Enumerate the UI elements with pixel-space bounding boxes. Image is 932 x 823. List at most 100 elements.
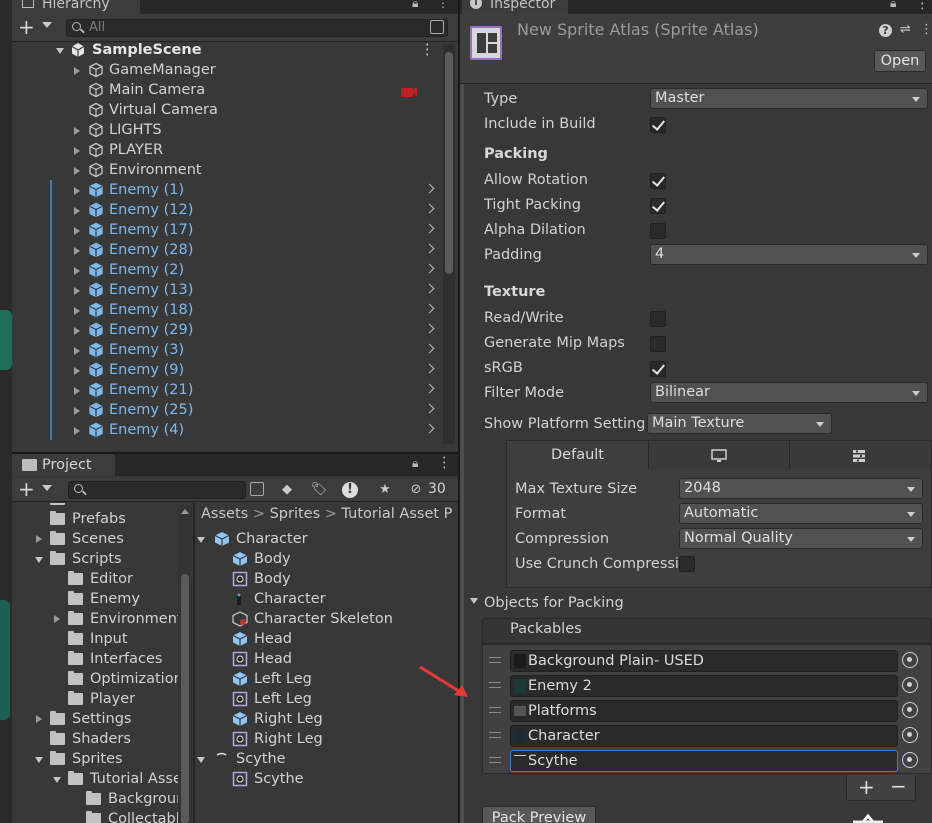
hierarchy-item[interactable]: Enemy (29) — [12, 320, 442, 340]
object-picker-icon[interactable] — [902, 702, 918, 718]
project-search-input[interactable] — [68, 481, 246, 499]
scrollbar-thumb[interactable] — [445, 52, 453, 274]
chevron-right-icon[interactable] — [424, 363, 435, 374]
help-icon[interactable]: ? — [879, 24, 892, 37]
add-button[interactable]: + — [18, 16, 35, 38]
lock-icon[interactable]: 🔒︎ — [412, 456, 418, 471]
presets-icon[interactable]: ⇌ — [900, 22, 911, 37]
drag-handle-icon[interactable] — [489, 682, 501, 688]
packable-item[interactable]: Background Plain- USED — [482, 649, 932, 673]
expand-arrow-icon[interactable] — [74, 147, 80, 155]
packable-object-field[interactable]: Enemy 2 — [510, 675, 898, 697]
packable-item[interactable]: Character — [482, 724, 932, 748]
expand-arrow-icon[interactable] — [74, 207, 80, 215]
hierarchy-scrollbar[interactable] — [443, 44, 455, 444]
hierarchy-item[interactable]: Environment — [12, 160, 442, 180]
platform-setting-dropdown[interactable]: Main Texture — [647, 413, 832, 434]
drag-handle-icon[interactable] — [489, 732, 501, 738]
mip-maps-checkbox[interactable] — [650, 336, 666, 352]
asset-item[interactable]: Character Skeleton — [196, 609, 458, 629]
packable-object-field[interactable]: Background Plain- USED — [510, 650, 898, 672]
hidden-packages-icon[interactable]: ⊘ — [406, 481, 426, 499]
srgb-checkbox[interactable] — [650, 361, 666, 377]
hierarchy-item[interactable]: Enemy (4) — [12, 420, 442, 440]
filter-by-type-icon[interactable]: ◆ — [278, 481, 296, 499]
kebab-menu-icon[interactable]: ⋮ — [437, 0, 449, 10]
chevron-right-icon[interactable] — [424, 303, 435, 314]
expand-arrow-icon[interactable] — [74, 267, 80, 275]
tab-other-platform[interactable] — [790, 441, 931, 469]
kebab-menu-icon[interactable]: ⋮ — [915, 0, 930, 12]
project-tab[interactable]: Project — [12, 454, 115, 476]
compression-dropdown[interactable]: Normal Quality — [679, 528, 923, 549]
expand-arrow-icon[interactable] — [74, 367, 80, 375]
hierarchy-item[interactable]: Enemy (28) — [12, 240, 442, 260]
asset-item[interactable]: Head — [196, 629, 458, 649]
max-texture-size-dropdown[interactable]: 2048 — [679, 478, 923, 499]
tab-default[interactable]: Default — [507, 441, 649, 469]
search-options-icon[interactable] — [250, 482, 264, 496]
expand-arrow-icon[interactable] — [74, 127, 80, 135]
asset-item[interactable]: Right Leg — [196, 709, 458, 729]
collapse-arrow-icon[interactable] — [53, 777, 61, 783]
folder-tree-item[interactable]: Collectables — [12, 809, 192, 823]
expand-arrow-icon[interactable] — [74, 327, 80, 335]
hierarchy-item[interactable]: Virtual Camera — [12, 100, 442, 120]
drag-handle-icon[interactable] — [489, 707, 501, 713]
packable-item[interactable]: Enemy 2 — [482, 674, 932, 698]
asset-item[interactable]: Body — [196, 569, 458, 589]
expand-arrow-icon[interactable] — [74, 227, 80, 235]
expand-arrow-icon[interactable] — [74, 167, 80, 175]
hierarchy-item[interactable]: GameManager — [12, 60, 442, 80]
scrollbar-thumb[interactable] — [181, 574, 189, 823]
folder-tree-item[interactable]: Settings — [12, 709, 192, 729]
filter-by-label-icon[interactable]: 🏷︎ — [310, 481, 328, 499]
chevron-right-icon[interactable] — [424, 403, 435, 414]
search-options-icon[interactable] — [430, 20, 444, 34]
scroll-up-arrow-icon[interactable] — [181, 509, 189, 514]
expand-arrow-icon[interactable] — [74, 387, 80, 395]
breadcrumb-assets[interactable]: Assets — [201, 506, 248, 522]
hierarchy-item[interactable]: Main Camera — [12, 80, 442, 100]
format-dropdown[interactable]: Automatic — [679, 503, 923, 524]
inspector-tab[interactable]: i Inspector — [462, 0, 568, 14]
folder-tree-item[interactable]: Player — [12, 689, 192, 709]
expand-arrow-icon[interactable] — [74, 247, 80, 255]
hierarchy-item[interactable]: Enemy (1) — [12, 180, 442, 200]
packable-item[interactable]: Platforms — [482, 699, 932, 723]
folder-tree-scrollbar[interactable] — [178, 506, 192, 823]
folder-tree-item[interactable]: Scripts — [12, 549, 192, 569]
hierarchy-item[interactable]: Enemy (9) — [12, 360, 442, 380]
hierarchy-item[interactable]: Enemy (13) — [12, 280, 442, 300]
objects-foldout-arrow-icon[interactable] — [470, 598, 478, 604]
expand-arrow-icon[interactable] — [74, 427, 80, 435]
remove-packable-button[interactable]: − — [890, 774, 907, 798]
tight-packing-checkbox[interactable] — [650, 198, 666, 214]
pack-preview-button[interactable]: Pack Preview — [482, 806, 596, 823]
chevron-right-icon[interactable] — [424, 423, 435, 434]
hierarchy-tab[interactable]: Hierarchy — [12, 0, 140, 14]
chevron-right-icon[interactable] — [424, 203, 435, 214]
object-picker-icon[interactable] — [902, 677, 918, 693]
chevron-right-icon[interactable] — [424, 343, 435, 354]
expand-arrow-icon[interactable] — [74, 187, 80, 195]
expand-arrow-icon[interactable] — [54, 615, 60, 623]
folder-tree-item[interactable]: Input — [12, 629, 192, 649]
packable-object-field[interactable]: Character — [510, 725, 898, 747]
hierarchy-item[interactable]: LIGHTS — [12, 120, 442, 140]
folder-tree-item[interactable]: Editor — [12, 569, 192, 589]
expand-arrow-icon[interactable] — [74, 307, 80, 315]
folder-tree-item[interactable]: Prefabs — [12, 509, 192, 529]
asset-item[interactable]: Body — [196, 549, 458, 569]
create-button[interactable]: + — [18, 478, 35, 500]
add-dropdown-icon[interactable] — [42, 22, 52, 28]
drag-handle-icon[interactable] — [489, 757, 501, 763]
drag-handle-icon[interactable] — [489, 657, 501, 663]
breadcrumb-sprites[interactable]: Sprites — [270, 506, 321, 522]
hierarchy-item[interactable]: Enemy (18) — [12, 300, 442, 320]
scene-menu-icon[interactable]: ⋮ — [420, 40, 435, 60]
object-picker-icon[interactable] — [902, 752, 918, 768]
folder-tree-item[interactable]: Sprites — [12, 749, 192, 769]
add-packable-button[interactable]: + — [858, 775, 875, 799]
expand-arrow-icon[interactable] — [74, 67, 80, 75]
